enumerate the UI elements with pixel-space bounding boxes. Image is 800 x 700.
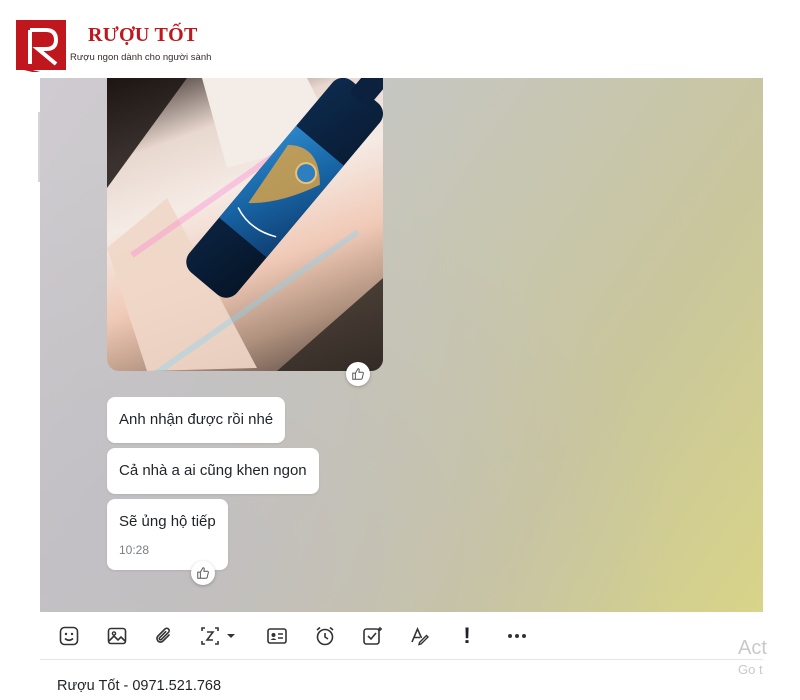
- logo-r-icon: [16, 20, 66, 72]
- brand-name: RƯỢU TỐT: [88, 24, 198, 46]
- thumbs-up-icon: [197, 567, 209, 579]
- message-text: Cả nhà a ai cũng khen ngon: [119, 462, 307, 479]
- screen: RƯỢU TỐT Rượu ngon dành cho người sành A…: [0, 0, 800, 700]
- contact-card-button[interactable]: [264, 623, 290, 649]
- photo-reaction-button[interactable]: [346, 362, 370, 386]
- message-bubble[interactable]: Cả nhà a ai cũng khen ngon: [107, 448, 319, 494]
- thumbs-up-icon: [352, 368, 364, 380]
- important-button[interactable]: !: [454, 623, 480, 649]
- wine-bottle-photo[interactable]: [107, 78, 383, 371]
- chat-conversation[interactable]: Anh nhận được rồi nhé Cả nhà a ai cũng k…: [40, 78, 763, 612]
- attachment-button[interactable]: [151, 623, 177, 649]
- screenshot-button[interactable]: [199, 623, 239, 649]
- image-button[interactable]: [104, 623, 130, 649]
- task-check-icon: [363, 627, 382, 645]
- sticker-button[interactable]: [56, 623, 82, 649]
- sticker-icon: [59, 626, 79, 646]
- reminder-button[interactable]: [312, 623, 338, 649]
- important-icon: !: [463, 623, 471, 648]
- task-button[interactable]: [359, 623, 385, 649]
- reminder-clock-icon: [316, 626, 334, 646]
- message-timestamp: 10:28: [119, 543, 150, 557]
- photo-content: [107, 78, 383, 371]
- more-button[interactable]: [502, 623, 532, 649]
- format-text-icon: [411, 626, 429, 646]
- footer-contact: Rượu Tốt - 0971.521.768: [57, 678, 222, 694]
- contact-card-icon: [267, 628, 287, 644]
- format-text-button[interactable]: [407, 623, 433, 649]
- message-text: Sẽ ủng hộ tiếp: [119, 513, 216, 530]
- brand-tagline: Rượu ngon dành cho người sành: [70, 52, 212, 63]
- message-text: Anh nhận được rồi nhé: [119, 411, 274, 428]
- attachment-icon: [156, 627, 170, 643]
- image-icon: [107, 627, 127, 645]
- composer-toolbar: !: [40, 612, 763, 660]
- screenshot-icon: [201, 627, 235, 645]
- more-icon: [508, 634, 526, 638]
- message-reaction-button[interactable]: [191, 561, 215, 585]
- activation-watermark-title: Act: [738, 637, 767, 659]
- activation-watermark-subtitle: Go t: [738, 662, 763, 677]
- message-bubble[interactable]: Anh nhận được rồi nhé: [107, 397, 286, 443]
- message-bubble[interactable]: Sẽ ủng hộ tiếp 10:28: [107, 499, 228, 570]
